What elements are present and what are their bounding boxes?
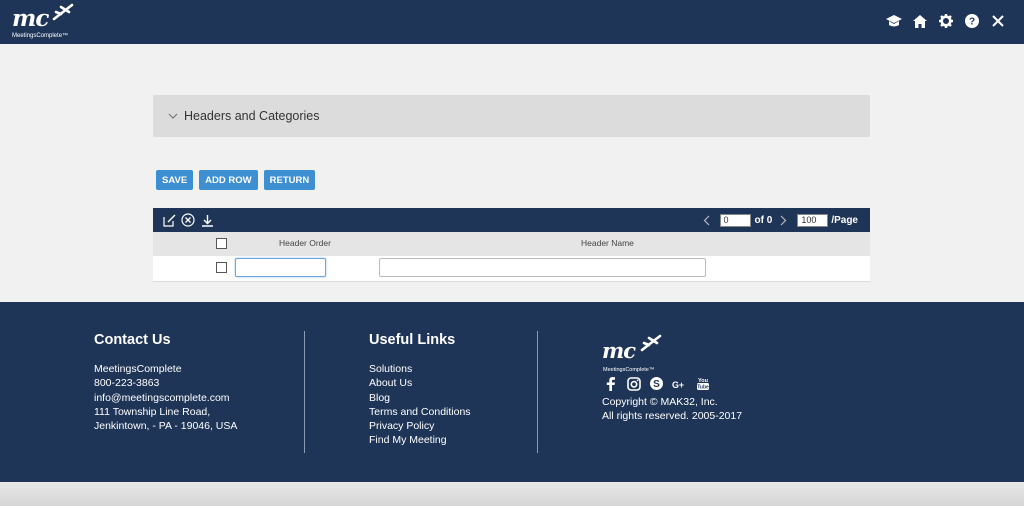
footer-logo: mc MeetingsComplete™ [602, 334, 682, 374]
svg-text:?: ? [969, 17, 975, 28]
svg-text:Tube: Tube [697, 385, 709, 391]
graduation-cap-icon[interactable] [886, 12, 902, 30]
page-count-label: of 0 [754, 214, 773, 226]
link-blog[interactable]: Blog [369, 391, 471, 405]
instagram-icon[interactable] [626, 376, 641, 391]
select-all-checkbox[interactable] [216, 238, 227, 249]
app-logo[interactable]: mc MeetingsComplete™ [10, 3, 80, 41]
table-row [153, 256, 870, 281]
accordion-title: Headers and Categories [184, 109, 320, 123]
grid-header-row: Header Order Header Name [153, 232, 870, 256]
useful-links-section: Useful Links Solutions About Us Blog Ter… [369, 332, 471, 448]
save-button[interactable]: SAVE [156, 170, 194, 190]
footer-divider [537, 331, 538, 453]
chevron-left-icon[interactable] [702, 213, 712, 227]
home-icon[interactable] [912, 12, 928, 30]
cancel-icon[interactable] [180, 212, 196, 228]
link-terms[interactable]: Terms and Conditions [369, 405, 471, 419]
help-icon[interactable]: ? [964, 12, 980, 30]
column-header-name[interactable]: Header Name [581, 238, 634, 248]
link-privacy[interactable]: Privacy Policy [369, 419, 471, 433]
pager: of 0 /Page [702, 208, 858, 232]
download-icon[interactable] [199, 212, 215, 228]
per-page-label: /Page [831, 214, 858, 226]
row-checkbox[interactable] [216, 262, 227, 273]
return-button[interactable]: RETURN [263, 170, 316, 190]
link-about-us[interactable]: About Us [369, 376, 471, 390]
contact-company: MeetingsComplete [94, 363, 182, 375]
gear-icon[interactable] [938, 12, 954, 30]
contact-title: Contact Us [94, 332, 171, 348]
plane-icon [640, 334, 662, 352]
google-plus-icon[interactable]: G+ [672, 376, 687, 391]
link-find-meeting[interactable]: Find My Meeting [369, 433, 471, 447]
footer-brand-text: MeetingsComplete™ [603, 367, 655, 373]
header-name-input[interactable] [379, 258, 706, 277]
headers-grid: of 0 /Page Header Order Header Name [153, 208, 870, 282]
footer-logo-text: mc [602, 338, 636, 363]
copyright: Copyright © MAK32, Inc. All rights reser… [602, 395, 742, 424]
link-solutions[interactable]: Solutions [369, 362, 471, 376]
contact-address-1: 111 Township Line Road, [94, 405, 211, 418]
column-header-order[interactable]: Header Order [279, 238, 331, 248]
svg-text:S: S [653, 379, 660, 390]
top-nav-bar: mc MeetingsComplete™ ? [0, 0, 1024, 44]
page-number-input[interactable] [719, 213, 751, 227]
contact-address-2: Jenkintown, - PA - 19046, USA [94, 420, 238, 433]
grid-toolbar: of 0 /Page [153, 208, 870, 232]
copyright-line-1: Copyright © MAK32, Inc. [602, 396, 718, 408]
close-icon[interactable] [990, 12, 1006, 30]
footer-divider [304, 331, 305, 453]
svg-text:G+: G+ [672, 379, 684, 389]
page-size-input[interactable] [797, 213, 829, 227]
chevron-right-icon[interactable] [778, 213, 788, 227]
contact-email: info@meetingscomplete.com [94, 391, 230, 404]
useful-links-title: Useful Links [369, 332, 456, 348]
logo-text: mc [12, 5, 49, 32]
bottom-strip [0, 482, 1024, 506]
chevron-down-icon [168, 113, 178, 119]
contact-phone: 800-223-3863 [94, 377, 160, 390]
facebook-icon[interactable] [603, 376, 618, 391]
plane-icon [52, 3, 74, 21]
header-order-input[interactable] [235, 258, 326, 277]
youtube-icon[interactable]: You Tube [695, 376, 710, 391]
footer: Contact Us MeetingsComplete 800-223-3863… [0, 302, 1024, 482]
headers-categories-accordion[interactable]: Headers and Categories [153, 95, 870, 137]
edit-icon[interactable] [161, 212, 177, 228]
social-links: S G+ You Tube [603, 376, 710, 391]
logo-brand-text: MeetingsComplete™ [12, 33, 69, 39]
action-buttons: SAVE ADD ROW RETURN [156, 170, 316, 190]
add-row-button[interactable]: ADD ROW [199, 170, 258, 190]
contact-section: Contact Us MeetingsComplete 800-223-3863… [94, 332, 237, 433]
skype-icon[interactable]: S [649, 376, 664, 391]
copyright-line-2: All rights reserved. 2005-2017 [602, 410, 743, 423]
